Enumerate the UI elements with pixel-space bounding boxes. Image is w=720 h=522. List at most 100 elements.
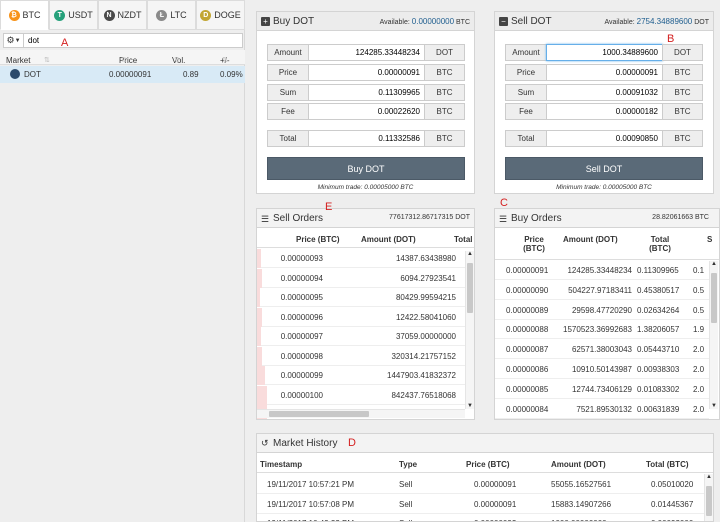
market-row[interactable]: DOT 0.00000091 0.89 0.09% <box>0 66 245 83</box>
field-label: Price <box>267 64 309 81</box>
order-amount: 12422.58041060 <box>395 312 456 322</box>
buy-fee-row: Fee BTC <box>267 103 465 120</box>
order-price: 0.00000087 <box>506 345 549 355</box>
buy-order-row[interactable]: 0.00000088 1570523.36992683 1.38206057 1.9 <box>495 320 709 340</box>
coin-tab-nzdt[interactable]: N NZDT <box>98 0 147 30</box>
field-unit: BTC <box>662 84 703 101</box>
sort-icon: ⇅ <box>222 57 228 64</box>
buy-orders-scrollbar[interactable]: ▲ ▼ <box>709 261 718 409</box>
sell-order-row[interactable]: 0.00000095 80429.99594215 <box>257 288 465 307</box>
sell-order-row[interactable]: 0.00000100 842437.76518068 <box>257 385 465 405</box>
coin-tab-usdt[interactable]: T USDT <box>49 0 98 30</box>
order-price: 0.00000094 <box>280 273 323 283</box>
sell-price-input[interactable] <box>546 64 663 81</box>
coin-tab-label: LTC <box>170 10 187 20</box>
sell-orders-scrollbar[interactable]: ▲ ▼ <box>465 251 474 409</box>
sell-order-row[interactable]: 0.00000094 6094.27923541 <box>257 268 465 288</box>
field-label: Total <box>267 130 309 147</box>
market-search-input[interactable] <box>28 35 238 46</box>
history-row[interactable]: 19/11/2017 10:57:21 PM Sell 0.00000091 5505… <box>257 475 704 494</box>
buy-order-row[interactable]: 0.00000087 62571.38003043 0.05443710 2.0 <box>495 340 709 360</box>
order-price: 0.00000084 <box>506 404 549 414</box>
annotation-e: E <box>325 201 333 213</box>
sell-orders-header: ☰ Sell Orders 77617312.86717315 DOT <box>257 209 474 228</box>
annotation-b: B <box>667 33 675 45</box>
sell-order-row[interactable]: 0.00000093 14387.63438980 <box>257 249 465 268</box>
scroll-up-icon[interactable]: ▲ <box>711 261 717 267</box>
history-row[interactable]: 19/11/2017 10:49:32 PMSell0.000000921000… <box>257 514 704 521</box>
market-history-header: ↺ Market History <box>257 434 713 453</box>
settings-dropdown-button[interactable]: ⚙ ▼ <box>4 34 24 47</box>
sell-available[interactable]: Available: 2754.34889600 DOT <box>604 17 709 26</box>
sell-amount-row: Amount DOT <box>505 44 703 61</box>
buy-order-row[interactable]: 0.00000086 10910.50143987 0.00938303 2.0 <box>495 360 709 379</box>
market-history-scrollbar[interactable]: ▲ <box>704 474 713 521</box>
order-sum: 2.0 <box>693 404 705 414</box>
coin-tab-label: USDT <box>68 10 93 20</box>
sell-order-row[interactable]: 0.00000097 37059.00000000 <box>257 327 465 346</box>
history-icon: ↺ <box>261 438 269 448</box>
buy-order-row[interactable]: 0.00000084 7521.89530132 0.00631839 2.0 <box>495 400 709 419</box>
sell-orders-title: Sell Orders <box>273 213 324 224</box>
coin-tab-doge[interactable]: D DOGE <box>196 0 245 30</box>
buy-order-row[interactable]: 0.000000836419.204831170.005327942.0 <box>495 419 709 420</box>
buy-orders-header: ☰ Buy Orders 28.82061663 BTC <box>495 209 719 228</box>
order-total: 1.38206057 <box>637 325 680 335</box>
scrollbar-thumb[interactable] <box>711 273 717 323</box>
coin-tab-btc[interactable]: ₿ BTC <box>0 0 49 30</box>
order-amount: 12744.73406129 <box>571 384 632 394</box>
market-history-title: Market History <box>273 438 338 449</box>
buy-fee-input[interactable] <box>308 103 425 120</box>
scrollbar-thumb[interactable] <box>269 411 369 417</box>
order-sum: 1.9 <box>693 325 705 335</box>
field-unit: BTC <box>662 103 703 120</box>
buy-order-row[interactable]: 0.00000089 29598.47720290 0.02634264 0.5 <box>495 301 709 320</box>
coin-tab-label: DOGE <box>214 10 241 20</box>
scrollbar-thumb[interactable] <box>706 486 712 516</box>
order-sum: 0.1 <box>693 266 705 275</box>
buy-price-input[interactable] <box>308 64 425 81</box>
history-total: 0.01445367 <box>651 499 694 509</box>
sell-order-row[interactable]: 0.00000098 320314.21757152 <box>257 346 465 366</box>
history-row[interactable]: 19/11/2017 10:57:08 PM Sell 0.00000091 1588… <box>257 495 704 514</box>
buy-panel-header: + Buy DOT Available: 0.00000000 BTC <box>257 12 474 31</box>
order-price: 0.00000090 <box>506 285 549 295</box>
sell-sum-input[interactable] <box>546 84 663 101</box>
list-icon: ☰ <box>499 214 508 224</box>
field-label: Total <box>505 130 547 147</box>
sell-total-input[interactable] <box>546 130 663 147</box>
sell-order-row[interactable]: 0.00000099 1447903.41832372 <box>257 366 465 385</box>
buy-price-row: Price BTC <box>267 64 465 81</box>
scroll-down-icon[interactable]: ▼ <box>711 403 717 409</box>
scroll-up-icon[interactable]: ▲ <box>467 251 473 257</box>
sell-panel: − Sell DOT Available: 2754.34889600 DOT … <box>494 11 714 194</box>
sell-panel-title: Sell DOT <box>511 16 552 27</box>
sell-amount-input[interactable] <box>546 44 663 61</box>
buy-order-row[interactable]: 0.00000085 12744.73406129 0.01083302 2.0 <box>495 380 709 399</box>
sell-button[interactable]: Sell DOT <box>505 157 703 180</box>
depth-bar <box>257 268 262 288</box>
field-label: Fee <box>505 103 547 120</box>
buy-panel: + Buy DOT Available: 0.00000000 BTC Amou… <box>256 11 475 194</box>
buy-available-value: 0.00000000 <box>411 17 455 26</box>
scroll-down-icon[interactable]: ▼ <box>467 403 473 409</box>
buy-sum-input[interactable] <box>308 84 425 101</box>
buy-available[interactable]: Available: 0.00000000 BTC <box>380 17 470 26</box>
sell-orders-hscrollbar[interactable] <box>257 409 465 418</box>
buy-button[interactable]: Buy DOT <box>267 157 465 180</box>
sell-sum-row: Sum BTC <box>505 84 703 101</box>
order-price: 0.00000093 <box>280 254 323 263</box>
buy-total-input[interactable] <box>308 130 425 147</box>
scroll-up-icon[interactable]: ▲ <box>706 474 712 480</box>
buy-order-row[interactable]: 0.00000090 504227.97183411 0.45380517 0.5 <box>495 281 709 300</box>
buy-amount-input[interactable] <box>308 44 425 61</box>
buy-minimum-trade: Minimum trade: 0.00005000 BTC <box>317 184 414 191</box>
caret-down-icon: ▼ <box>14 37 21 44</box>
sell-order-row[interactable]: 0.00000096 12422.58041060 <box>257 307 465 327</box>
scrollbar-thumb[interactable] <box>467 263 473 313</box>
order-amount: 7521.89530132 <box>576 404 632 414</box>
buy-total-row: Total BTC <box>267 130 465 147</box>
coin-tab-ltc[interactable]: Ł LTC <box>147 0 196 30</box>
buy-order-row[interactable]: 0.00000091 124285.33448234 0.11309965 0.1 <box>495 261 709 280</box>
sell-fee-input[interactable] <box>546 103 663 120</box>
